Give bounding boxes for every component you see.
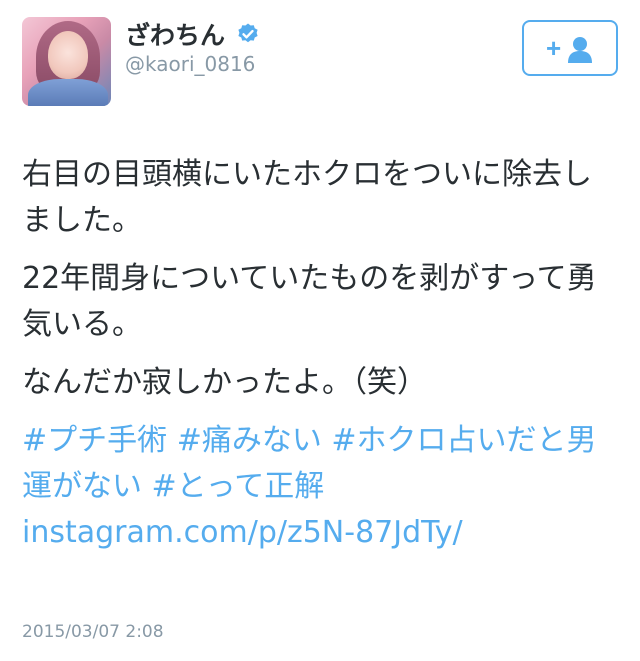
hashtag-link[interactable]: #プチ手術 [22, 423, 167, 458]
avatar-clothing [28, 79, 108, 106]
hashtag-link[interactable]: #痛みない [177, 423, 322, 458]
user-handle[interactable]: @kaori_0816 [125, 52, 255, 76]
follow-button[interactable]: + [522, 20, 618, 76]
instagram-link[interactable]: instagram.com/p/z5N-87JdTy/ [22, 510, 618, 556]
add-user-icon: + [546, 35, 592, 63]
hashtag-list: #プチ手術 #痛みない #ホクロ占いだと男運がない #とって正解 instagra… [22, 418, 618, 556]
hashtag-link[interactable]: #とって正解 [152, 469, 325, 504]
tweet-card: ざわちん @kaori_0816 + 右目の目頭横にいたホクロをついに除去しまし… [0, 0, 640, 661]
verified-badge-icon [238, 23, 258, 43]
tweet-timestamp[interactable]: 2015/03/07 2:08 [22, 622, 164, 642]
tweet-paragraph: 22年間身についていたものを剥がすって勇気いる。 [22, 261, 597, 342]
tweet-paragraph: 右目の目頭横にいたホクロをついに除去しました。 [22, 157, 592, 238]
avatar-face [48, 31, 88, 79]
tweet-body: 右目の目頭横にいたホクロをついに除去しました。 22年間身についていたものを剥が… [22, 152, 618, 568]
avatar[interactable] [22, 17, 111, 106]
tweet-paragraph: なんだか寂しかったよ。（笑） [22, 365, 427, 400]
plus-symbol: + [546, 35, 561, 63]
display-name[interactable]: ざわちん [125, 16, 225, 52]
